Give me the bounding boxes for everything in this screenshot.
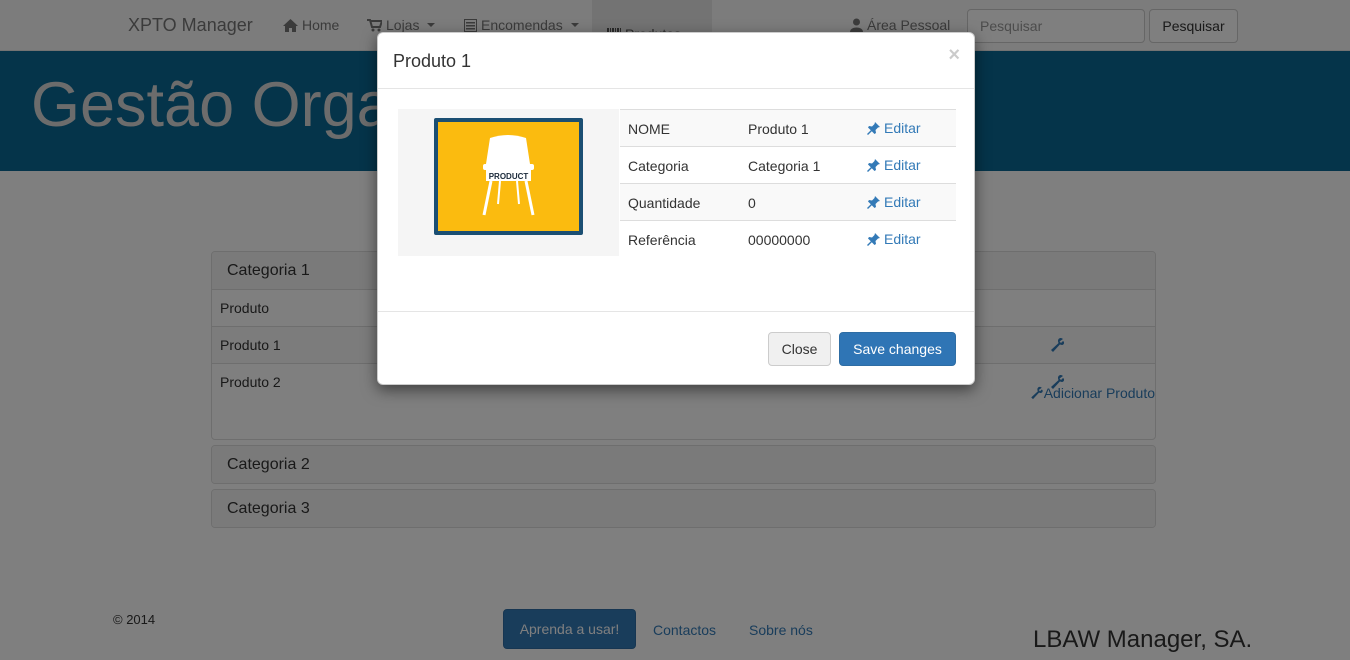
modal-footer: Close Save changes: [378, 311, 974, 385]
detail-key: Quantidade: [628, 195, 701, 211]
detail-value: 00000000: [748, 232, 811, 248]
table-row: Referência 00000000 Editar: [620, 221, 956, 258]
edit-link[interactable]: Editar: [867, 120, 921, 136]
product-image-label: PRODUCT: [489, 172, 529, 181]
pin-icon: [867, 121, 880, 135]
chair-icon: PRODUCT: [482, 135, 535, 216]
detail-key: Categoria: [628, 158, 689, 174]
product-modal: Produto 1 × PRODUCT NOME Produto 1 Edita…: [377, 32, 975, 385]
table-row: NOME Produto 1 Editar: [620, 110, 956, 147]
modal-title: Produto 1: [393, 51, 472, 71]
detail-value: Categoria 1: [748, 158, 821, 174]
edit-link[interactable]: Editar: [867, 231, 921, 247]
edit-link[interactable]: Editar: [867, 194, 921, 210]
detail-key: NOME: [628, 121, 670, 137]
product-details-table: NOME Produto 1 Editar Categoria Categori…: [620, 109, 956, 258]
edit-link[interactable]: Editar: [867, 157, 921, 173]
edit-label: Editar: [884, 231, 921, 247]
close-icon[interactable]: ×: [948, 45, 960, 65]
table-row: Categoria Categoria 1 Editar: [620, 147, 956, 184]
detail-value: 0: [748, 195, 756, 211]
close-button[interactable]: Close: [768, 332, 831, 366]
detail-key: Referência: [628, 232, 696, 248]
pin-icon: [867, 195, 880, 209]
modal-header: Produto 1 ×: [378, 33, 974, 89]
edit-label: Editar: [884, 157, 921, 173]
save-changes-button[interactable]: Save changes: [839, 332, 956, 366]
pin-icon: [867, 158, 880, 172]
edit-label: Editar: [884, 194, 921, 210]
product-image-box: PRODUCT: [398, 109, 619, 256]
edit-label: Editar: [884, 120, 921, 136]
table-row: Quantidade 0 Editar: [620, 184, 956, 221]
pin-icon: [867, 232, 880, 246]
detail-value: Produto 1: [748, 121, 809, 137]
product-image: PRODUCT: [434, 118, 583, 235]
